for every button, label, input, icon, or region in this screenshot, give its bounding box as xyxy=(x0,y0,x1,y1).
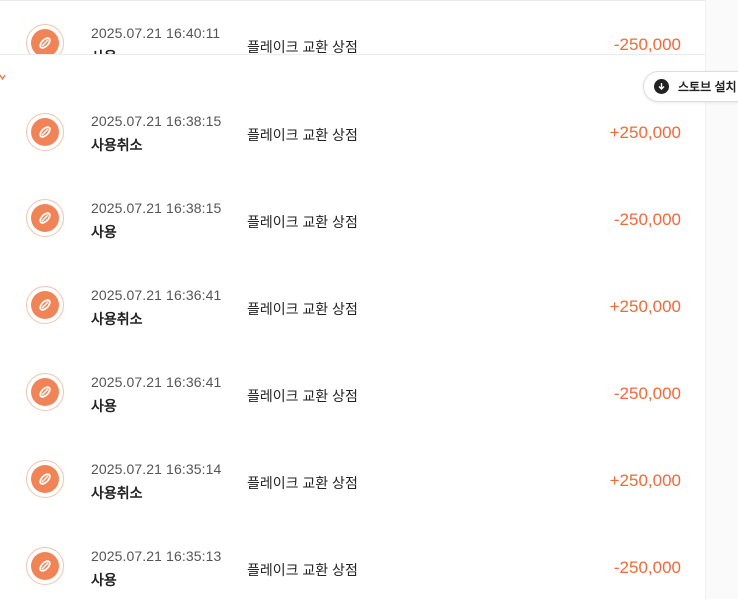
transaction-datetime: 2025.07.21 16:35:14 xyxy=(91,461,222,477)
transaction-type: 사용 xyxy=(91,47,117,54)
transaction-place: 플레이크 교환 상점 xyxy=(247,562,358,578)
install-stove-label: 스토브 설치 xyxy=(678,80,737,94)
coupon-leaf-icon xyxy=(26,286,64,324)
coupon-leaf-icon xyxy=(26,24,64,54)
transaction-row: 2025.07.21 16:35:14 사용취소 플레이크 교환 상점 +250… xyxy=(0,437,705,525)
transaction-type: 사용 xyxy=(91,398,117,414)
coupon-leaf-icon xyxy=(26,113,64,151)
download-arrow-icon xyxy=(654,79,669,94)
transaction-row: 2025.07.21 16:38:15 사용 플레이크 교환 상점 -250,0… xyxy=(0,176,705,264)
transaction-row: 2025.07.21 16:35:13 사용 플레이크 교환 상점 -250,0… xyxy=(0,524,705,611)
transaction-amount: -250,000 xyxy=(613,210,681,229)
transaction-amount: -250,000 xyxy=(613,558,681,577)
transaction-amount: +250,000 xyxy=(609,471,681,490)
transaction-row: 2025.07.21 16:38:15 사용취소 플레이크 교환 상점 +250… xyxy=(0,89,705,177)
coupon-leaf-icon xyxy=(26,373,64,411)
transaction-place: 플레이크 교환 상점 xyxy=(247,214,358,230)
transaction-row: 2025.07.21 16:36:41 사용 플레이크 교환 상점 -250,0… xyxy=(0,350,705,438)
transaction-amount: -250,000 xyxy=(613,384,681,403)
coupon-leaf-icon xyxy=(26,460,64,498)
transaction-place: 플레이크 교환 상점 xyxy=(247,388,358,404)
transaction-datetime: 2025.07.21 16:38:15 xyxy=(91,200,222,216)
transaction-place: 플레이크 교환 상점 xyxy=(247,127,358,143)
install-stove-button[interactable]: 스토브 설치 xyxy=(643,71,738,102)
transaction-type: 사용취소 xyxy=(91,485,143,501)
coupon-leaf-icon xyxy=(26,547,64,585)
transaction-amount: +250,000 xyxy=(609,123,681,142)
coupon-leaf-icon xyxy=(26,199,64,237)
transaction-place: 플레이크 교환 상점 xyxy=(247,475,358,491)
transaction-datetime: 2025.07.21 16:35:13 xyxy=(91,548,222,564)
transaction-amount: -250,000 xyxy=(613,35,681,54)
transaction-datetime: 2025.07.21 16:36:41 xyxy=(91,374,222,390)
transaction-datetime: 2025.07.21 16:38:15 xyxy=(91,113,222,129)
transaction-row: 2025.07.21 16:40:11 사용 플레이크 교환 상점 -250,0… xyxy=(0,0,705,55)
transaction-place: 플레이크 교환 상점 xyxy=(247,301,358,317)
transaction-type: 사용 xyxy=(91,572,117,588)
transaction-type: 사용취소 xyxy=(91,137,143,153)
transaction-row: 2025.07.21 16:36:41 사용취소 플레이크 교환 상점 +250… xyxy=(0,263,705,351)
transaction-type: 사용취소 xyxy=(91,311,143,327)
transaction-datetime: 2025.07.21 16:40:11 xyxy=(91,25,221,41)
transaction-datetime: 2025.07.21 16:36:41 xyxy=(91,287,222,303)
transaction-type: 사용 xyxy=(91,224,117,240)
chevron-down-icon xyxy=(0,73,5,81)
transaction-amount: +250,000 xyxy=(609,297,681,316)
transaction-place: 플레이크 교환 상점 xyxy=(247,39,358,55)
